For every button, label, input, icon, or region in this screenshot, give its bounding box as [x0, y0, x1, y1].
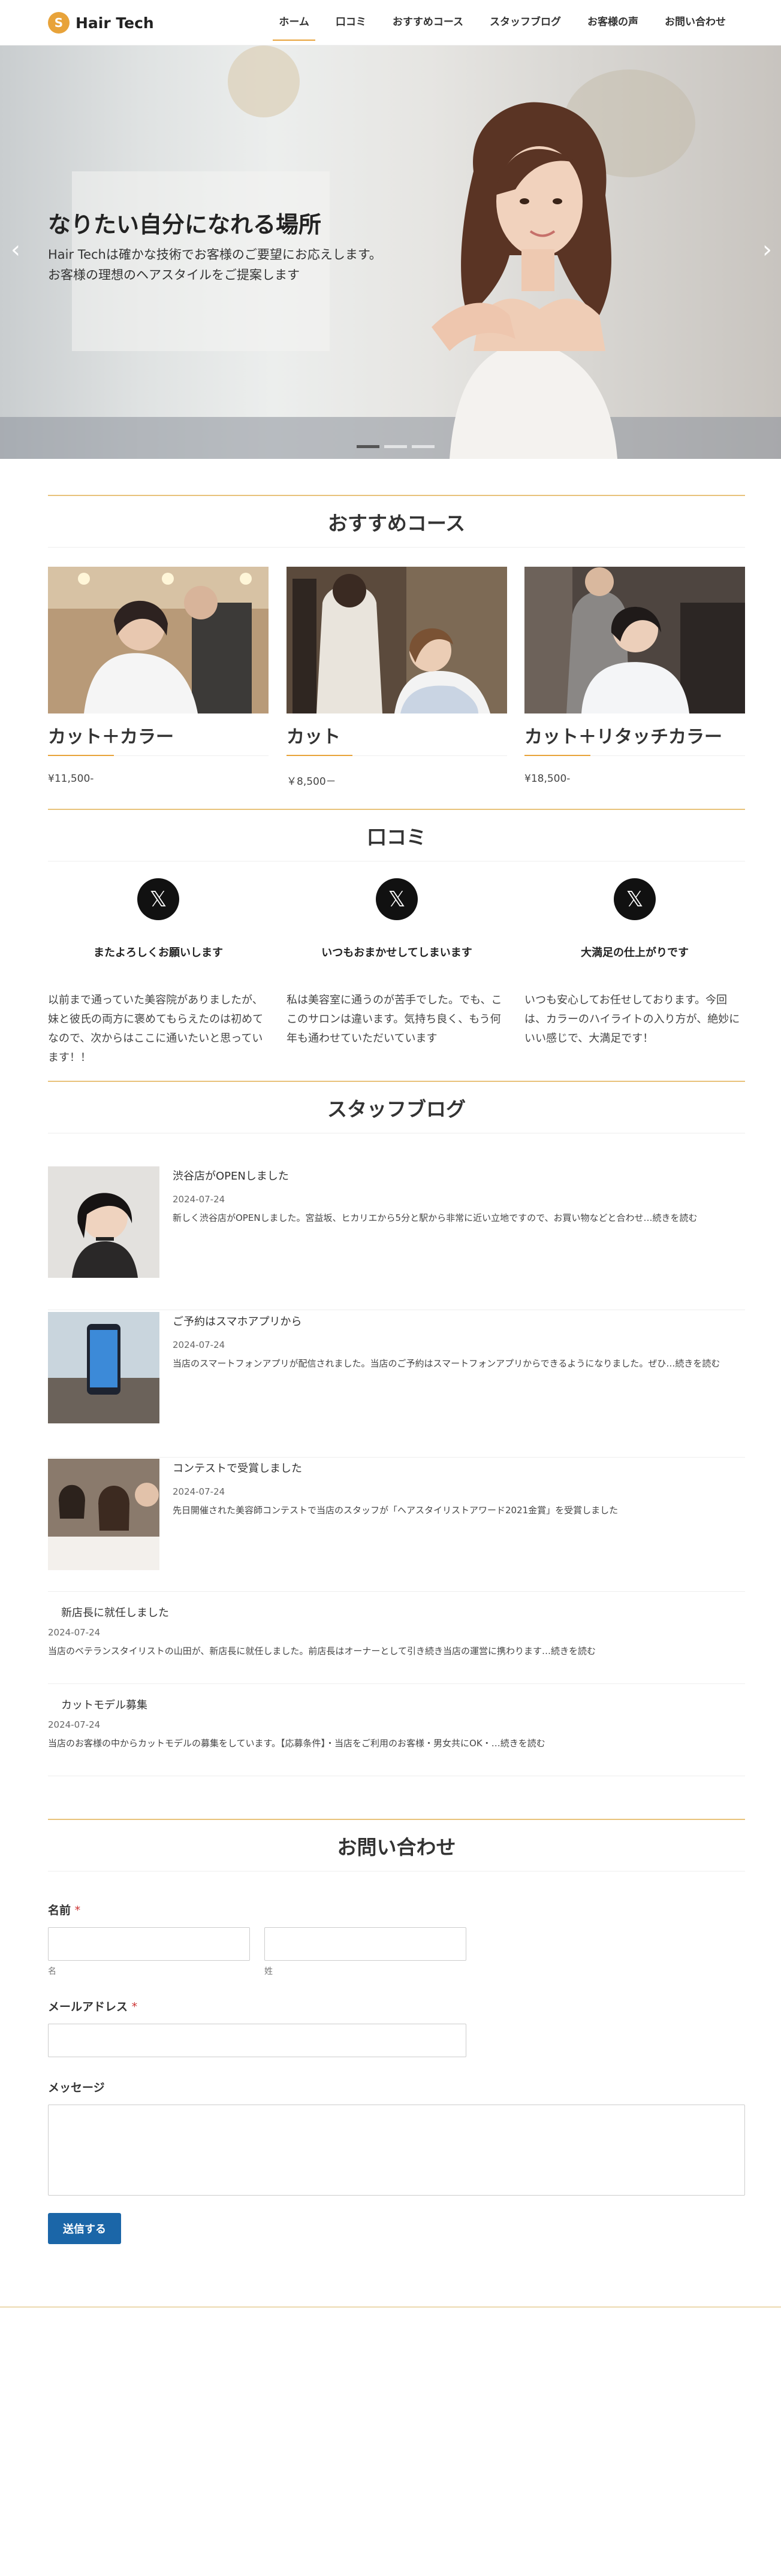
- post-thumbnail: [48, 1166, 159, 1278]
- email-label: メールアドレス *: [48, 1998, 137, 2014]
- review-body: 私は美容室に通うのが苦手でした。でも、ここのサロンは違います。気持ち良く、もう何…: [287, 994, 502, 1045]
- review-body: 以前まで通っていた美容院がありましたが、妹と彼氏の両方に褒めてもらえたのは初めて…: [48, 994, 264, 1064]
- post-date: 2024-07-24: [173, 1340, 225, 1350]
- logo-icon: S: [48, 12, 70, 34]
- post-title[interactable]: 渋谷店がOPENしました: [173, 1168, 745, 1183]
- course-price: ¥11,500-: [48, 773, 94, 785]
- nav-staff-blog[interactable]: スタッフブログ: [477, 0, 574, 41]
- review-card: 𝕏 またよろしくお願いします 以前まで通っていた美容院がありましたが、妹と彼氏の…: [48, 878, 269, 1068]
- review-card: 𝕏 大満足の仕上がりです いつも安心してお任せしております。今回は、カラーのハイ…: [524, 878, 745, 1048]
- name-label-text: 名前: [48, 1904, 71, 1917]
- required-mark: *: [131, 2000, 138, 2013]
- post-date: 2024-07-24: [48, 1719, 101, 1730]
- post-thumbnail: [48, 1459, 159, 1570]
- course-image: [524, 567, 745, 713]
- review-card: 𝕏 いつもおまかせしてしまいます 私は美容室に通うのが苦手でした。でも、ここのサ…: [287, 878, 507, 1048]
- site-logo[interactable]: S Hair Tech: [48, 12, 154, 34]
- courses-section-header: おすすめコース: [48, 495, 745, 548]
- review-title: 大満足の仕上がりです: [581, 947, 689, 959]
- submit-button[interactable]: 送信する: [48, 2213, 121, 2244]
- slider-dot[interactable]: [357, 445, 379, 448]
- contact-section-header: お問い合わせ: [48, 1819, 745, 1871]
- course-price: ￥8,500－: [287, 776, 336, 788]
- blog-section-header: スタッフブログ: [48, 1081, 745, 1133]
- name-label: 名前 *: [48, 1901, 80, 1918]
- hero-line-2: お客様の理想のヘアスタイルをご提案します: [48, 268, 300, 282]
- review-body: いつも安心してお任せしております。今回は、カラーのハイライトの入り方が、絶妙にい…: [524, 994, 740, 1045]
- prev-slide-arrow-icon[interactable]: ‹: [11, 236, 20, 264]
- hero-slider: なりたい自分になれる場所 Hair Techは確かな技術でお客様のご要望にお応え…: [0, 46, 781, 459]
- logo-text: Hair Tech: [76, 14, 154, 32]
- course-name: カット: [287, 722, 507, 756]
- hero-woman-image: [432, 102, 617, 459]
- reviews-heading: 口コミ: [367, 825, 426, 849]
- slider-dots: [357, 445, 435, 448]
- post-excerpt: 当店のベテランスタイリストの山田が、新店長に就任しました。前店長はオーナーとして…: [48, 1646, 596, 1656]
- post-title[interactable]: 新店長に就任しました: [61, 1604, 745, 1620]
- next-slide-arrow-icon[interactable]: ›: [762, 236, 772, 264]
- blog-post[interactable]: 渋谷店がOPENしました 2024-07-24 新しく渋谷店がOPENしました。…: [48, 1166, 745, 1310]
- post-excerpt: 先日開催された美容師コンテストで当店のスタッフが「ヘアスタイリストアワード202…: [173, 1505, 619, 1516]
- reviews-section-header: 口コミ: [48, 809, 745, 861]
- course-price: ¥18,500-: [524, 773, 571, 785]
- course-name: カット＋リタッチカラー: [524, 722, 745, 756]
- post-date: 2024-07-24: [48, 1627, 101, 1638]
- course-card[interactable]: カット ￥8,500－: [287, 567, 507, 788]
- post-excerpt: 新しく渋谷店がOPENしました。宮益坂、ヒカリエから5分と駅から非常に近い立地で…: [173, 1213, 698, 1223]
- course-name: カット＋カラー: [48, 722, 269, 756]
- review-title: またよろしくお願いします: [94, 947, 223, 959]
- blog-post[interactable]: ご予約はスマホアプリから 2024-07-24 当店のスマートフォンアプリが配信…: [48, 1312, 745, 1458]
- hero-description: Hair Techは確かな技術でお客様のご要望にお応えします。 お客様の理想のヘ…: [48, 244, 382, 285]
- site-header: S Hair Tech ホーム 口コミ おすすめコース スタッフブログ お客様の…: [0, 0, 781, 46]
- hero-title: なりたい自分になれる場所: [48, 211, 322, 238]
- slider-dot[interactable]: [384, 445, 407, 448]
- post-thumbnail: [48, 1312, 159, 1423]
- course-image: [287, 567, 507, 713]
- course-card[interactable]: カット＋カラー ¥11,500-: [48, 567, 269, 785]
- x-logo-icon[interactable]: 𝕏: [614, 878, 656, 920]
- review-title: いつもおまかせしてしまいます: [321, 947, 472, 959]
- blog-post[interactable]: カットモデル募集 2024-07-24 当店のお客様の中からカットモデルの募集を…: [48, 1697, 745, 1776]
- post-date: 2024-07-24: [173, 1486, 225, 1497]
- post-title[interactable]: コンテストで受賞しました: [173, 1460, 745, 1476]
- first-name-sublabel: 名: [48, 1967, 56, 1976]
- post-excerpt: 当店のお客様の中からカットモデルの募集をしています。【応募条件】・当店をご利用の…: [48, 1738, 545, 1749]
- nav-reviews[interactable]: 口コミ: [322, 0, 379, 41]
- x-logo-icon[interactable]: 𝕏: [137, 878, 179, 920]
- post-title[interactable]: カットモデル募集: [61, 1697, 745, 1712]
- contact-heading: お問い合わせ: [337, 1835, 456, 1859]
- hero-bg-decor: [228, 46, 300, 117]
- nav-courses[interactable]: おすすめコース: [379, 0, 477, 41]
- required-mark: *: [74, 1904, 81, 1917]
- nav-contact[interactable]: お問い合わせ: [652, 0, 739, 41]
- email-input[interactable]: [48, 2024, 466, 2057]
- footer-divider: [0, 2306, 781, 2308]
- course-card[interactable]: カット＋リタッチカラー ¥18,500-: [524, 567, 745, 785]
- course-image: [48, 567, 269, 713]
- email-label-text: メールアドレス: [48, 2000, 128, 2013]
- nav-home[interactable]: ホーム: [266, 0, 322, 41]
- message-label: メッセージ: [48, 2081, 105, 2094]
- nav-customer-voice[interactable]: お客様の声: [574, 0, 652, 41]
- post-date: 2024-07-24: [173, 1194, 225, 1205]
- blog-heading: スタッフブログ: [327, 1097, 466, 1121]
- message-textarea[interactable]: [48, 2105, 745, 2196]
- main-nav: ホーム 口コミ おすすめコース スタッフブログ お客様の声 お問い合わせ: [266, 0, 739, 46]
- blog-post[interactable]: 新店長に就任しました 2024-07-24 当店のベテランスタイリストの山田が、…: [48, 1604, 745, 1684]
- blog-post[interactable]: コンテストで受賞しました 2024-07-24 先日開催された美容師コンテストで…: [48, 1459, 745, 1592]
- courses-heading: おすすめコース: [327, 511, 466, 535]
- slider-dot[interactable]: [412, 445, 435, 448]
- post-excerpt: 当店のスマートフォンアプリが配信されました。当店のご予約はスマートフォンアプリか…: [173, 1358, 720, 1369]
- x-logo-icon[interactable]: 𝕏: [376, 878, 418, 920]
- post-title[interactable]: ご予約はスマホアプリから: [173, 1313, 745, 1329]
- hero-line-1: Hair Techは確かな技術でお客様のご要望にお応えします。: [48, 247, 382, 262]
- last-name-sublabel: 姓: [264, 1967, 273, 1976]
- first-name-input[interactable]: [48, 1927, 250, 1961]
- last-name-input[interactable]: [264, 1927, 466, 1961]
